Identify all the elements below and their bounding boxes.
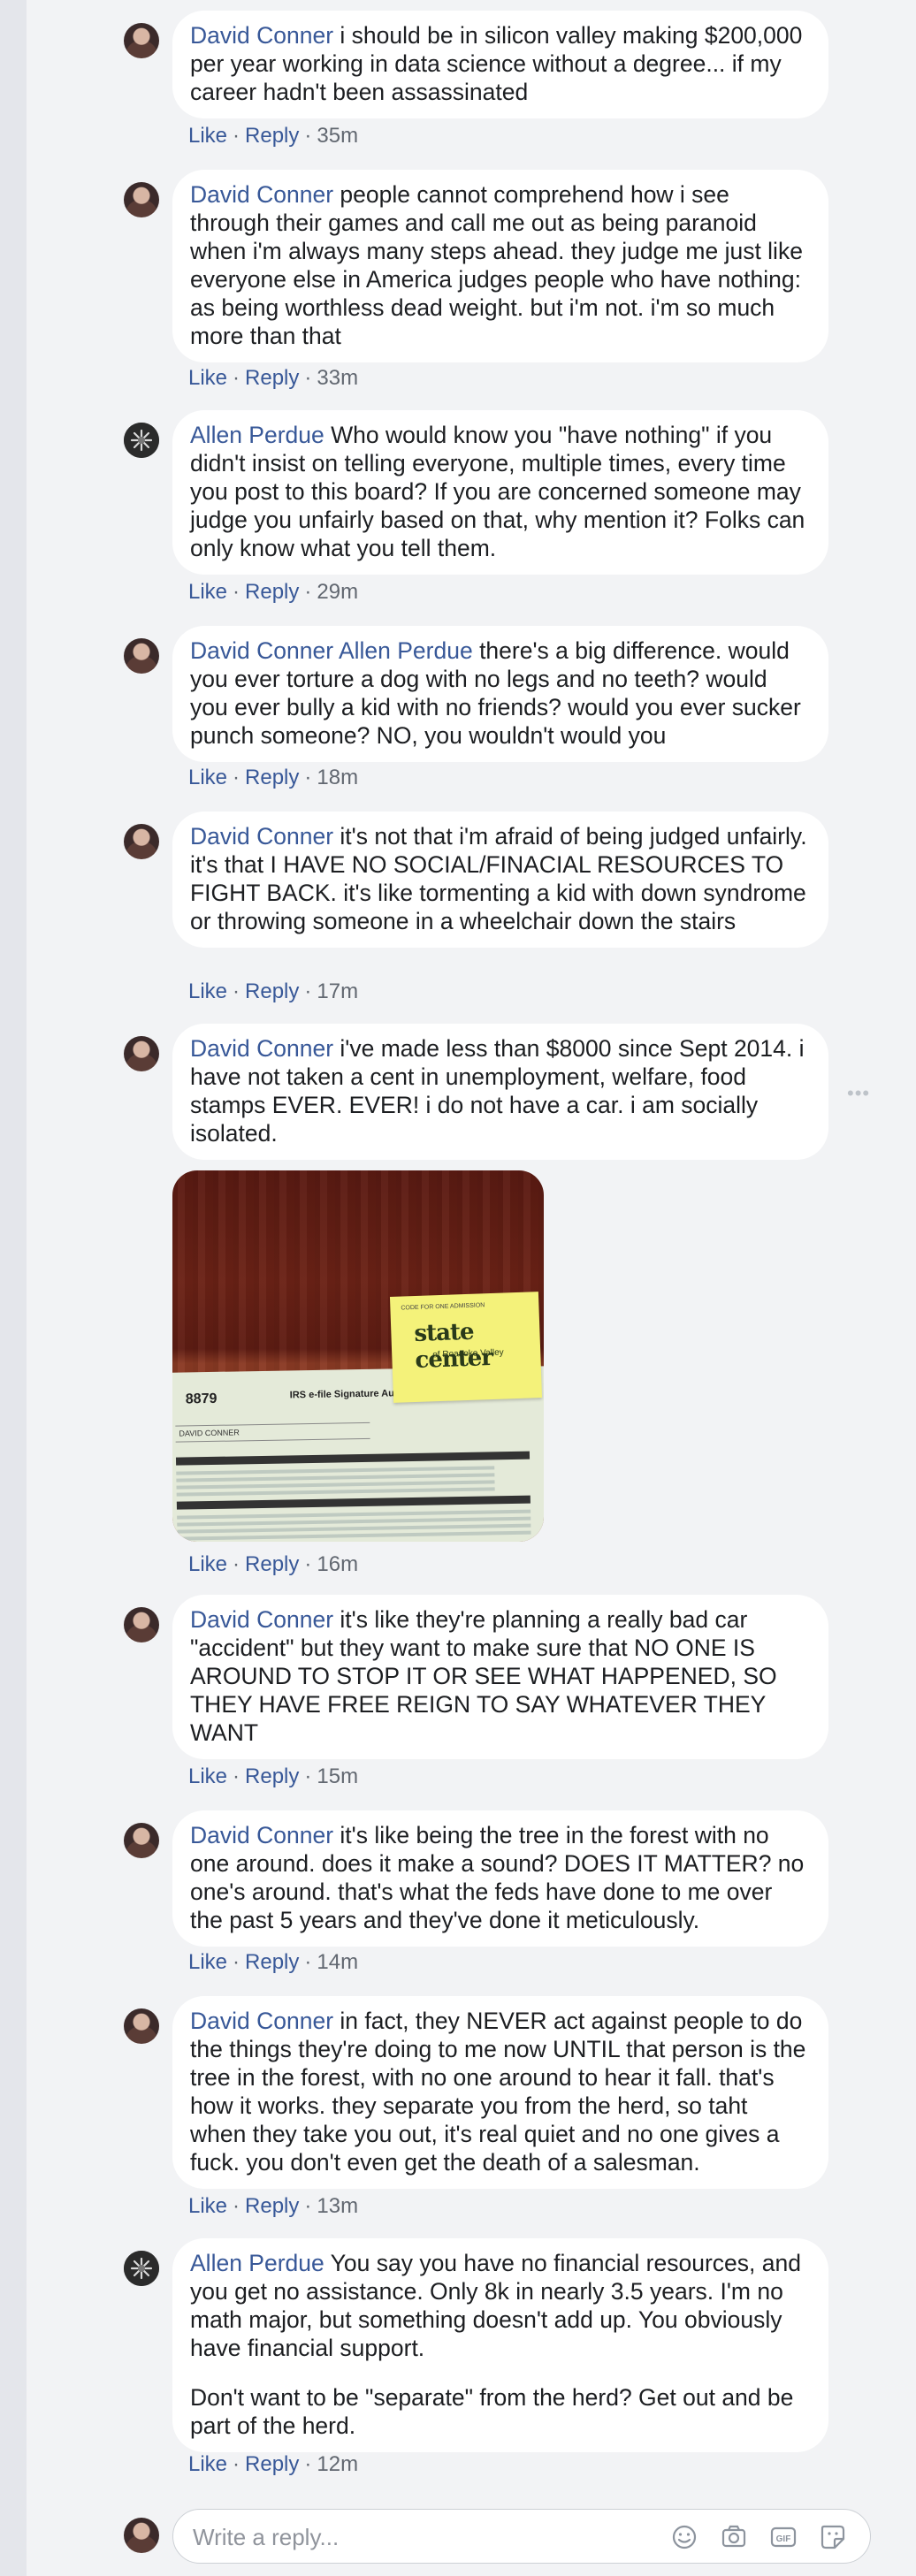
camera-icon[interactable] — [718, 2521, 750, 2553]
like-link[interactable]: Like — [188, 580, 227, 604]
avatar-image — [124, 2251, 159, 2286]
comment-actions: Like · Reply · 17m — [188, 979, 359, 1003]
taxpayer-name: DAVID CONNER — [179, 1428, 240, 1438]
form-part-bar — [176, 1495, 531, 1510]
mention-tag[interactable]: Allen Perdue — [339, 637, 473, 664]
avatar-david-conner[interactable] — [124, 2008, 159, 2044]
reply-composer[interactable]: GIF — [172, 2509, 871, 2564]
avatar-david-conner[interactable] — [124, 182, 159, 217]
comment-timestamp[interactable]: 14m — [317, 1950, 358, 1974]
comment-author[interactable]: Allen Perdue — [190, 422, 324, 448]
comment-bubble: David Conner it's like they're planning … — [172, 1595, 828, 1759]
like-link[interactable]: Like — [188, 1950, 227, 1974]
avatar-image — [124, 423, 159, 458]
svg-text:GIF: GIF — [776, 2534, 791, 2544]
avatar-allen-perdue[interactable] — [124, 2251, 159, 2286]
comment-actions: Like · Reply · 18m — [188, 766, 359, 789]
comment-bubble: David Conner Allen Perdue there's a big … — [172, 626, 828, 762]
comment-timestamp[interactable]: 12m — [317, 2452, 358, 2476]
emoji-icon[interactable] — [668, 2521, 700, 2553]
reply-link[interactable]: Reply — [245, 1764, 299, 1788]
comment-actions: Like · Reply · 33m — [188, 366, 359, 390]
comment-bubble: David Conner it's like being the tree in… — [172, 1810, 828, 1947]
like-link[interactable]: Like — [188, 1764, 227, 1788]
comment-bubble: David Conner people cannot comprehend ho… — [172, 170, 828, 362]
comment-author[interactable]: David Conner — [190, 1035, 333, 1062]
avatar-david-conner[interactable] — [124, 1823, 159, 1858]
comment-bubble: David Conner i've made less than $8000 s… — [172, 1024, 828, 1160]
comment-timestamp[interactable]: 29m — [317, 580, 358, 604]
avatar-david-conner[interactable] — [124, 1607, 159, 1642]
comment-timestamp[interactable]: 18m — [317, 766, 358, 789]
comment-author[interactable]: David Conner — [190, 1822, 333, 1848]
reply-link[interactable]: Reply — [245, 766, 299, 789]
gif-icon[interactable]: GIF — [767, 2521, 799, 2553]
comment-actions: Like · Reply · 35m — [188, 124, 359, 148]
comment-actions: Like · Reply · 13m — [188, 2194, 359, 2218]
comment-actions: Like · Reply · 14m — [188, 1950, 359, 1974]
reply-link[interactable]: Reply — [245, 366, 299, 390]
form-number: 8879 — [185, 1391, 218, 1407]
like-link[interactable]: Like — [188, 124, 227, 148]
comment-timestamp[interactable]: 35m — [317, 124, 358, 148]
comment-author[interactable]: David Conner — [190, 1606, 333, 1633]
sticky-note: CODE FOR ONE ADMISSION state center of R… — [389, 1292, 543, 1403]
left-rail — [0, 0, 27, 2576]
comment-timestamp[interactable]: 13m — [317, 2194, 358, 2218]
sticker-icon[interactable] — [817, 2521, 849, 2553]
like-link[interactable]: Like — [188, 979, 227, 1003]
comment-bubble: David Conner i should be in silicon vall… — [172, 11, 828, 118]
comment-timestamp[interactable]: 33m — [317, 366, 358, 390]
form-row — [176, 1487, 495, 1497]
like-link[interactable]: Like — [188, 366, 227, 390]
avatar-david-conner[interactable] — [124, 824, 159, 859]
like-link[interactable]: Like — [188, 2452, 227, 2476]
form-line — [175, 1437, 370, 1443]
avatar-allen-perdue[interactable] — [124, 423, 159, 458]
reply-link[interactable]: Reply — [245, 1950, 299, 1974]
photo-attachment[interactable]: 8879 IRS e-file Signature Author DAVID C… — [172, 1170, 544, 1542]
more-options-icon[interactable]: ••• — [847, 1082, 870, 1105]
comment-text: Don't want to be "separate" from the her… — [190, 2384, 794, 2439]
comment-actions: Like · Reply · 15m — [188, 1764, 359, 1788]
reply-link[interactable]: Reply — [245, 2452, 299, 2476]
comment-author[interactable]: David Conner — [190, 2008, 333, 2034]
avatar-david-conner[interactable] — [124, 638, 159, 674]
like-link[interactable]: Like — [188, 2194, 227, 2218]
reply-link[interactable]: Reply — [245, 2194, 299, 2218]
comment-author[interactable]: David Conner — [190, 823, 333, 850]
comment-bubble: David Conner it's not that i'm afraid of… — [172, 812, 828, 948]
comment-timestamp[interactable]: 15m — [317, 1764, 358, 1788]
comment-bubble: Allen Perdue Who would know you "have no… — [172, 410, 828, 575]
comment-actions: Like · Reply · 16m — [188, 1552, 359, 1576]
form-line — [175, 1421, 370, 1427]
reply-input[interactable] — [191, 2519, 654, 2556]
reply-link[interactable]: Reply — [245, 124, 299, 148]
avatar-david-conner[interactable] — [124, 23, 159, 58]
comment-author[interactable]: Allen Perdue — [190, 2250, 324, 2276]
comment-author[interactable]: David Conner — [190, 22, 333, 49]
comment-actions: Like · Reply · 12m — [188, 2452, 359, 2476]
comment-timestamp[interactable]: 16m — [317, 1552, 358, 1576]
comment-author[interactable]: David Conner — [190, 181, 333, 208]
sticky-note-brand: state center — [413, 1318, 493, 1375]
reply-link[interactable]: Reply — [245, 1552, 299, 1576]
like-link[interactable]: Like — [188, 766, 227, 789]
comment-author[interactable]: David Conner — [190, 637, 333, 664]
form-part-bar — [175, 1451, 531, 1466]
like-link[interactable]: Like — [188, 1552, 227, 1576]
comment-bubble: Allen Perdue You say you have no financi… — [172, 2238, 828, 2452]
avatar-current-user[interactable] — [124, 2518, 159, 2553]
comment-timestamp[interactable]: 17m — [317, 979, 358, 1003]
comment-thread-panel: David Conner i should be in silicon vall… — [0, 0, 916, 2576]
reply-link[interactable]: Reply — [245, 979, 299, 1003]
comment-bubble: David Conner in fact, they NEVER act aga… — [172, 1996, 828, 2189]
sticky-note-caption: CODE FOR ONE ADMISSION — [401, 1302, 485, 1312]
reply-link[interactable]: Reply — [245, 580, 299, 604]
comment-actions: Like · Reply · 29m — [188, 580, 359, 604]
avatar-david-conner[interactable] — [124, 1036, 159, 1071]
